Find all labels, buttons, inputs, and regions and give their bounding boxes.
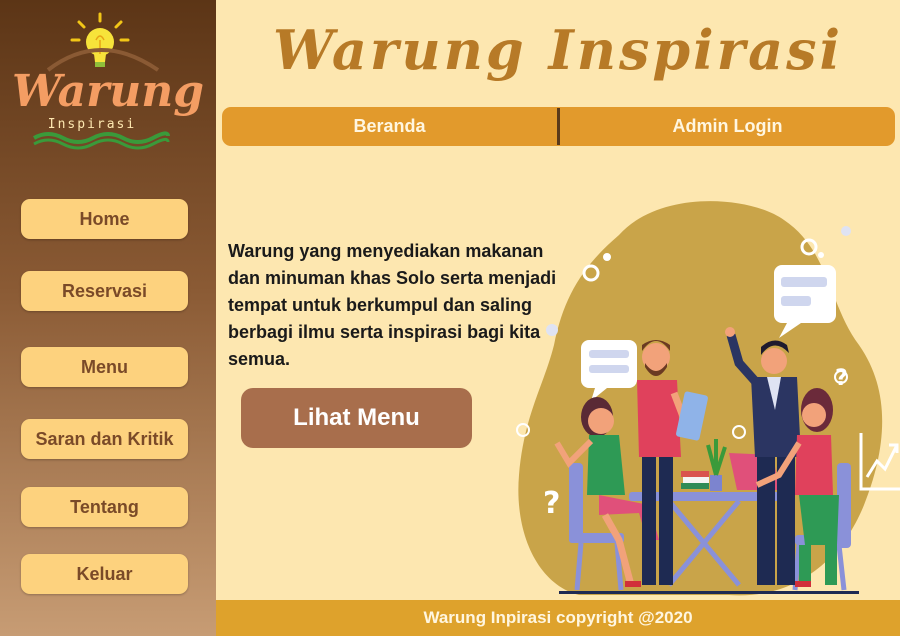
sidebar-item-reservasi[interactable]: Reservasi — [21, 271, 188, 311]
question-mark-icon: ? — [543, 486, 560, 521]
team-illustration: ? ? — [516, 201, 900, 596]
lihat-menu-button[interactable]: Lihat Menu — [241, 388, 472, 448]
question-mark-icon: ? — [835, 366, 848, 391]
copyright-text: Warung Inpirasi copyright @2020 — [423, 608, 693, 627]
plant-pot — [710, 475, 722, 491]
sidebar-item-keluar[interactable]: Keluar — [21, 554, 188, 594]
warung-inspirasi-logo[interactable]: Warung Inspirasi — [8, 10, 208, 155]
sidebar: Warung Inspirasi Home Reservasi Menu Sar… — [0, 0, 216, 636]
sidebar-item-home[interactable]: Home — [21, 199, 188, 239]
sidebar-item-tentang[interactable]: Tentang — [21, 487, 188, 527]
logo-subtitle: Inspirasi — [48, 117, 136, 132]
sidebar-item-menu[interactable]: Menu — [21, 347, 188, 387]
tab-beranda[interactable]: Beranda — [222, 107, 557, 146]
decor-dot — [841, 226, 851, 236]
decor-dot — [546, 324, 558, 336]
book — [681, 483, 709, 489]
floor-line — [559, 591, 859, 594]
footer: Warung Inpirasi copyright @2020 — [216, 600, 900, 636]
main-content: Warung Inspirasi Beranda Admin Login War… — [216, 0, 900, 636]
book — [683, 477, 709, 483]
chair — [569, 463, 583, 543]
top-navigation: Beranda Admin Login — [222, 107, 895, 146]
page-title: Warung Inspirasi — [272, 18, 844, 82]
logo-word: Warung — [12, 66, 204, 117]
lightbulb-icon — [70, 12, 130, 67]
sidebar-item-saran-dan-kritik[interactable]: Saran dan Kritik — [21, 419, 188, 459]
tab-admin-login[interactable]: Admin Login — [560, 107, 895, 146]
book — [681, 471, 709, 477]
decor-dot — [603, 253, 611, 261]
decor-dot — [818, 252, 824, 258]
